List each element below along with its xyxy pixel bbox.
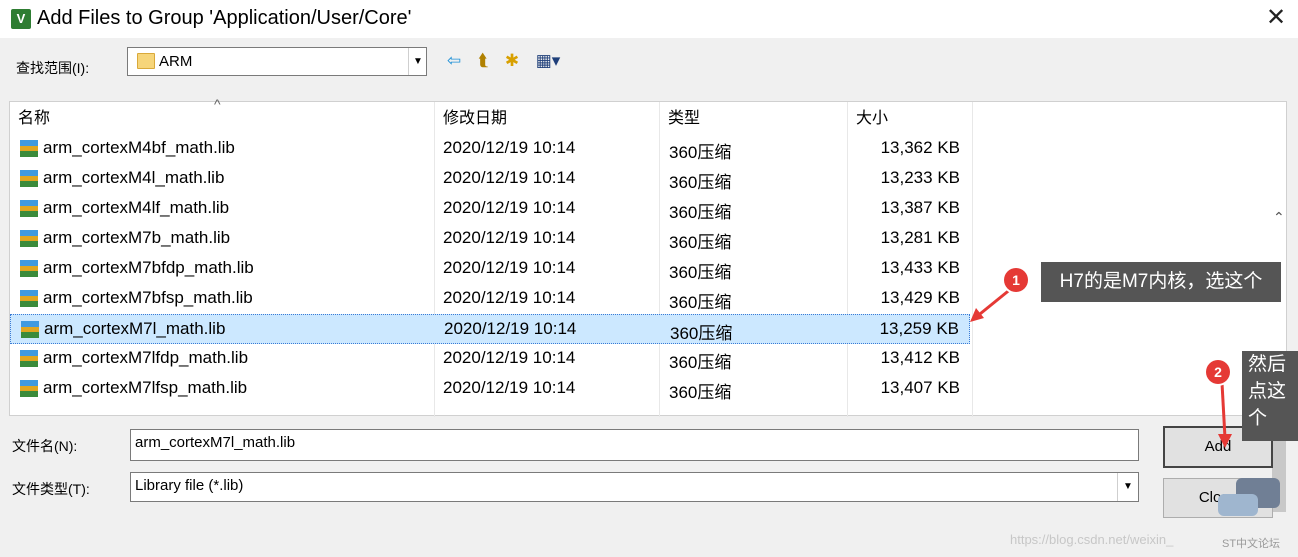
chat-logo-icon <box>1218 478 1290 518</box>
annotation-note-1: H7的是M7内核，选这个 <box>1041 262 1281 302</box>
watermark-brand: ST中文论坛 <box>1222 538 1281 550</box>
annotation-badge-2: 2 <box>1206 360 1230 384</box>
watermark-url: https://blog.csdn.net/weixin_ <box>1010 532 1174 547</box>
annotation-note-2: 然后 点这 个 <box>1242 351 1298 441</box>
annotation-note-2-line: 然后 <box>1248 354 1287 375</box>
annotation-badge-1: 1 <box>1004 268 1028 292</box>
annotation-note-2-line: 个 <box>1248 408 1268 429</box>
annotation-note-2-line: 点这 <box>1248 381 1287 402</box>
